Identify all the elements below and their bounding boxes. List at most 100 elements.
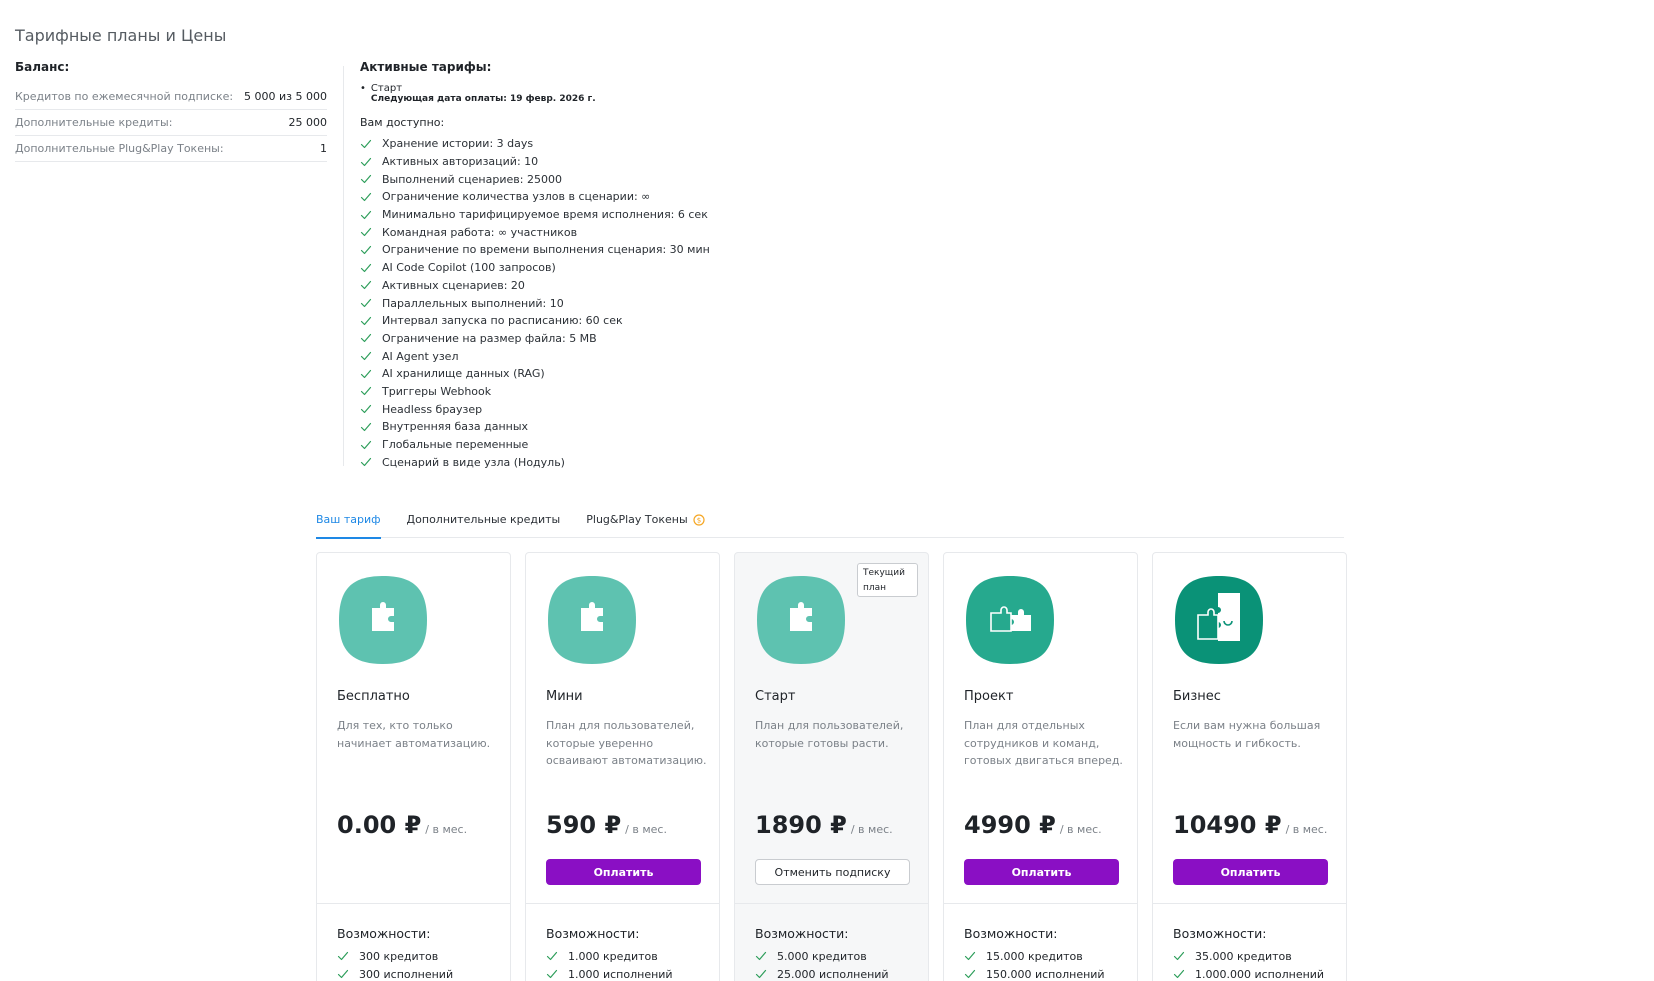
plan-cards: Бесплатно Для тех, кто только начинает ав… [316, 552, 1361, 981]
plan-feature-item: 300 исполнений [337, 965, 490, 981]
check-icon [1173, 950, 1185, 962]
feature-text: AI Code Copilot (100 запросов) [382, 261, 556, 275]
plan-feature-item: 1.000.000 исполнений [1173, 965, 1326, 981]
plan-card-header: Бизнес Если вам нужна большая мощность и … [1153, 553, 1346, 903]
features-title: Возможности: [755, 926, 849, 941]
check-icon [360, 368, 372, 380]
plan-description: План для пользователей, которые готовы р… [755, 719, 904, 750]
balance-label: Дополнительные Plug&Play Токены: [15, 142, 224, 155]
plan-card: Мини План для пользователей, которые увер… [525, 552, 720, 981]
feature-text: Ограничение количества узлов в сценарии:… [382, 190, 651, 204]
feature-text: Активных сценариев: 20 [382, 278, 525, 292]
plan-price: 0.00 ₽ / в мес. [337, 811, 467, 839]
plan-feature-text: 25.000 исполнений [777, 967, 889, 981]
plan-price: 10490 ₽ / в мес. [1173, 811, 1327, 839]
feature-text: Триггеры Webhook [382, 384, 492, 398]
pay-button[interactable]: Оплатить [1173, 859, 1328, 885]
plan-feature-text: 150.000 исполнений [986, 967, 1105, 981]
plan-features: Возможности: 35.000 кредитов 1.000.000 исп… [1153, 903, 1346, 981]
cancel-subscription-button[interactable]: Отменить подписку [755, 859, 910, 885]
balance-row-extra-credits: Дополнительные кредиты: 25 000 [15, 110, 327, 136]
plan-feature-text: 1.000.000 исполнений [1195, 967, 1325, 981]
plan-card: Бизнес Если вам нужна большая мощность и … [1152, 552, 1347, 981]
check-icon [360, 173, 372, 185]
available-features-list: Хранение истории: 3 days Активных авториз… [360, 135, 860, 471]
price-period: / в мес. [1059, 823, 1102, 836]
available-feature-item: Параллельных выполнений: 10 [360, 294, 860, 312]
price-period: / в мес. [425, 823, 468, 836]
plan-feature-item: 150.000 исполнений [964, 965, 1117, 981]
tab-your-plan[interactable]: Ваш тариф [316, 508, 381, 539]
available-feature-item: Интервал запуска по расписанию: 60 сек [360, 312, 860, 330]
available-feature-item: Триггеры Webhook [360, 383, 860, 401]
plan-name: Старт [755, 689, 796, 704]
svg-text:$: $ [696, 517, 700, 525]
current-plan-badge: Текущий план [857, 563, 918, 597]
plan-features: Возможности: 300 кредитов 300 исполнений [317, 903, 510, 981]
check-icon [337, 950, 349, 962]
available-title: Вам доступно: [360, 116, 445, 129]
balance-label: Кредитов по ежемесячной подписке: [15, 90, 234, 103]
plan-description: Если вам нужна большая мощность и гибкос… [1173, 719, 1321, 750]
tab-extra-credits[interactable]: Дополнительные кредиты [407, 508, 561, 538]
feature-text: Минимально тарифицируемое время исполнен… [382, 208, 708, 222]
feature-text: Headless браузер [382, 402, 483, 416]
check-icon [360, 456, 372, 468]
plan-feature-item: 5.000 кредитов [755, 947, 908, 965]
available-feature-item: AI Agent узел [360, 347, 860, 365]
available-feature-item: Ограничение по времени выполнения сценар… [360, 241, 860, 259]
check-icon [755, 968, 767, 980]
available-feature-item: Командная работа: ∞ участников [360, 223, 860, 241]
puzzle-triple-icon [1175, 576, 1263, 664]
tab-label: Дополнительные кредиты [406, 513, 561, 526]
balance-value: 1 [320, 142, 327, 155]
plan-features: Возможности: 1.000 кредитов 1.000 исполнен… [526, 903, 719, 981]
check-icon [360, 315, 372, 327]
features-title: Возможности: [337, 926, 431, 941]
plan-features: Возможности: 15.000 кредитов 150.000 испол… [944, 903, 1137, 981]
check-icon [337, 968, 349, 980]
available-feature-item: Выполнений сценариев: 25000 [360, 170, 860, 188]
price-value: 0.00 ₽ [337, 811, 422, 839]
plan-name: Мини [546, 689, 583, 704]
feature-text: Внутренняя база данных [382, 420, 529, 434]
plan-feature-text: 5.000 кредитов [777, 949, 867, 963]
feature-text: Командная работа: ∞ участников [382, 225, 578, 239]
tabs-bar: Ваш тариф Дополнительные кредиты Plug&Pl… [316, 508, 1344, 539]
pay-button[interactable]: Оплатить [546, 859, 701, 885]
feature-text: Параллельных выполнений: 10 [382, 296, 564, 310]
price-period: / в мес. [1285, 823, 1328, 836]
available-feature-item: Глобальные переменные [360, 436, 860, 454]
puzzle-single-icon [757, 576, 845, 664]
check-icon [360, 297, 372, 309]
plan-card: Текущий план Старт План для пользователей,… [734, 552, 929, 981]
active-tariffs-title: Активные тарифы: [360, 60, 492, 74]
balance-title: Баланс: [15, 60, 70, 74]
check-icon [360, 244, 372, 256]
available-feature-item: Хранение истории: 3 days [360, 135, 860, 153]
check-icon [360, 279, 372, 291]
pay-button[interactable]: Оплатить [964, 859, 1119, 885]
feature-text: AI Agent узел [382, 349, 459, 363]
page-title: Тарифные планы и Цены [15, 26, 227, 45]
check-icon [360, 209, 372, 221]
available-feature-item: Активных авторизаций: 10 [360, 153, 860, 171]
tab-label: Plug&Play Токены [586, 513, 688, 526]
plan-name: Бесплатно [337, 689, 410, 704]
feature-text: Выполнений сценариев: 25000 [382, 172, 562, 186]
plan-card-header: Бесплатно Для тех, кто только начинает ав… [317, 553, 510, 903]
check-icon [964, 968, 976, 980]
plan-price: 4990 ₽ / в мес. [964, 811, 1102, 839]
feature-text: Интервал запуска по расписанию: 60 сек [382, 314, 623, 328]
vertical-divider [343, 66, 344, 466]
available-feature-item: Минимально тарифицируемое время исполнен… [360, 206, 860, 224]
tab-plugplay-tokens[interactable]: Plug&Play Токены $ [586, 508, 705, 538]
check-icon [360, 385, 372, 397]
features-title: Возможности: [1173, 926, 1267, 941]
balance-row-monthly: Кредитов по ежемесячной подписке: 5 000 … [15, 84, 327, 110]
plan-feature-text: 1.000 кредитов [568, 949, 658, 963]
available-feature-item: Сценарий в виде узла (Нодуль) [360, 453, 860, 471]
available-feature-item: Внутренняя база данных [360, 418, 860, 436]
plan-features: Возможности: 5.000 кредитов 25.000 исполне… [735, 903, 928, 981]
check-icon [360, 262, 372, 274]
